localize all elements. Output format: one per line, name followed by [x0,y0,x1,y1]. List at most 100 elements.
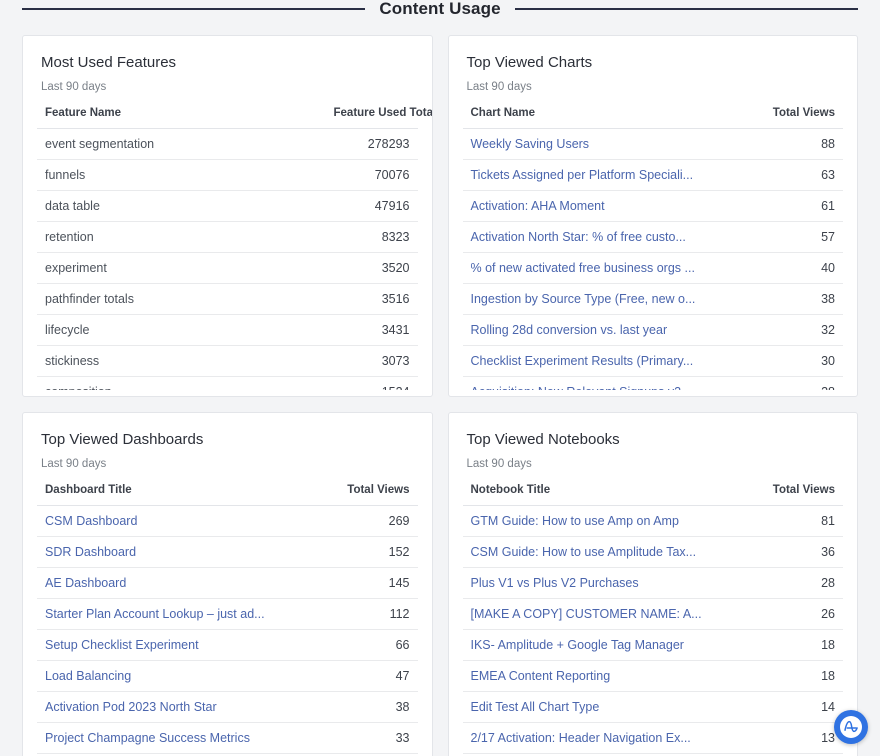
section-rule-right [515,8,858,10]
table-body: CSM Dashboard269SDR Dashboard152AE Dashb… [37,505,418,756]
row-name[interactable]: Setup Checklist Experiment [37,630,326,661]
table-row: lifecycle3431 [37,315,418,346]
table-row: Plus V1 vs Plus V2 Purchases28 [463,568,844,599]
row-value: 152 [326,537,418,568]
column-header-value: Total Views [751,484,843,505]
row-name[interactable]: % of new activated free business orgs ..… [463,253,752,284]
column-header-value: Total Views [326,484,418,505]
table-row: Setup Checklist Experiment66 [37,630,418,661]
table-header: Notebook TitleTotal Views [463,484,844,505]
table-body: GTM Guide: How to use Amp on Amp81CSM Gu… [463,505,844,756]
row-value: 145 [326,568,418,599]
row-name[interactable]: Rolling 28d conversion vs. last year [463,315,752,346]
table-row: Activation North Star: % of free custo..… [463,222,844,253]
row-name: pathfinder totals [37,284,326,315]
table-row: Project Champagne Success Metrics33 [37,723,418,754]
row-value: 57 [751,222,843,253]
row-name[interactable]: AE Dashboard [37,568,326,599]
row-value: 66 [326,630,418,661]
row-value: 3073 [326,346,418,377]
table-header: Feature NameFeature Used Totals [37,107,418,128]
row-name[interactable]: Activation Pod 2023 North Star [37,692,326,723]
panel-most-used-features: Most Used Features Last 90 days Feature Na… [22,35,433,397]
row-value: 14 [751,692,843,723]
row-value: 269 [326,506,418,537]
table-row: stickiness3073 [37,346,418,377]
row-name[interactable]: Plus V1 vs Plus V2 Purchases [463,568,752,599]
row-value: 40 [751,253,843,284]
row-value: 26 [751,599,843,630]
row-value: 36 [751,537,843,568]
row-name: stickiness [37,346,326,377]
row-name: composition [37,377,326,391]
row-name[interactable]: EMEA Content Reporting [463,661,752,692]
row-value: 18 [751,661,843,692]
amplitude-assistant-button[interactable] [834,710,868,744]
table-scroll-area[interactable]: Weekly Saving Users88Tickets Assigned pe… [463,128,844,390]
table-scroll-area[interactable]: GTM Guide: How to use Amp on Amp81CSM Gu… [463,505,844,756]
row-name[interactable]: GTM Guide: How to use Amp on Amp [463,506,752,537]
panel-subtitle: Last 90 days [463,80,844,94]
row-name: lifecycle [37,315,326,346]
row-value: 3431 [326,315,418,346]
row-name[interactable]: Tickets Assigned per Platform Speciali..… [463,160,752,191]
row-name[interactable]: CSM Guide: How to use Amplitude Tax... [463,537,752,568]
table-row: [MAKE A COPY] CUSTOMER NAME: A...26 [463,599,844,630]
table-row: experiment3520 [37,253,418,284]
row-name[interactable]: 2/17 Activation: Header Navigation Ex... [463,723,752,754]
column-header-name: Dashboard Title [37,484,326,505]
row-name: retention [37,222,326,253]
row-value: 28 [751,568,843,599]
row-name: funnels [37,160,326,191]
column-header-name: Chart Name [463,107,752,128]
row-name[interactable]: Edit Test All Chart Type [463,692,752,723]
row-name[interactable]: Ingestion by Source Type (Free, new o... [463,284,752,315]
table-row: CSM Guide: How to use Amplitude Tax...36 [463,537,844,568]
panel-title: Top Viewed Notebooks [463,431,844,449]
panel-subtitle: Last 90 days [37,80,418,94]
table-row: retention8323 [37,222,418,253]
table-body: Weekly Saving Users88Tickets Assigned pe… [463,128,844,390]
row-name[interactable]: Project Champagne Success Metrics [37,723,326,754]
table-scroll-area[interactable]: CSM Dashboard269SDR Dashboard152AE Dashb… [37,505,418,756]
row-name[interactable]: Checklist Experiment Results (Primary... [463,346,752,377]
table-row: Tickets Assigned per Platform Speciali..… [463,160,844,191]
table-most-used-features: Feature NameFeature Used Totalsevent seg… [37,107,418,390]
table-row: Checklist Experiment Results (Primary...… [463,346,844,377]
row-name[interactable]: SDR Dashboard [37,537,326,568]
panel-subtitle: Last 90 days [463,457,844,471]
column-header-name: Notebook Title [463,484,752,505]
row-name[interactable]: Acquisition: New Relevant Signups v2 [463,377,752,391]
row-name: data table [37,191,326,222]
row-value: 278293 [326,129,418,160]
table-row: pathfinder totals3516 [37,284,418,315]
row-name[interactable]: Activation: AHA Moment [463,191,752,222]
row-name[interactable]: Activation North Star: % of free custo..… [463,222,752,253]
panel-title: Most Used Features [37,54,418,72]
row-value: 8323 [326,222,418,253]
row-value: 1524 [326,377,418,391]
row-name[interactable]: Weekly Saving Users [463,129,752,160]
panel-top-viewed-dashboards: Top Viewed DashboardsLast 90 daysDashboa… [22,412,433,756]
table-row: % of new activated free business orgs ..… [463,253,844,284]
table-top-viewed-charts: Chart NameTotal ViewsWeekly Saving Users… [463,107,844,390]
row-value: 3516 [326,284,418,315]
panel-title: Top Viewed Dashboards [37,431,418,449]
table-row: Ingestion by Source Type (Free, new o...… [463,284,844,315]
table-row: event segmentation278293 [37,129,418,160]
page-title: Content Usage [379,0,500,19]
row-name[interactable]: [MAKE A COPY] CUSTOMER NAME: A... [463,599,752,630]
panel-top-viewed-charts: Top Viewed ChartsLast 90 daysChart NameT… [448,35,859,397]
row-value: 47 [326,661,418,692]
row-value: 32 [751,315,843,346]
row-value: 38 [326,692,418,723]
row-value: 13 [751,723,843,754]
amplitude-logo-icon [840,716,862,738]
row-name[interactable]: Starter Plan Account Lookup – just ad... [37,599,326,630]
row-name[interactable]: CSM Dashboard [37,506,326,537]
row-name[interactable]: IKS- Amplitude + Google Tag Manager [463,630,752,661]
table-row: CSM Dashboard269 [37,506,418,537]
table-row: Activation: AHA Moment61 [463,191,844,222]
row-name[interactable]: Load Balancing [37,661,326,692]
row-value: 70076 [326,160,418,191]
